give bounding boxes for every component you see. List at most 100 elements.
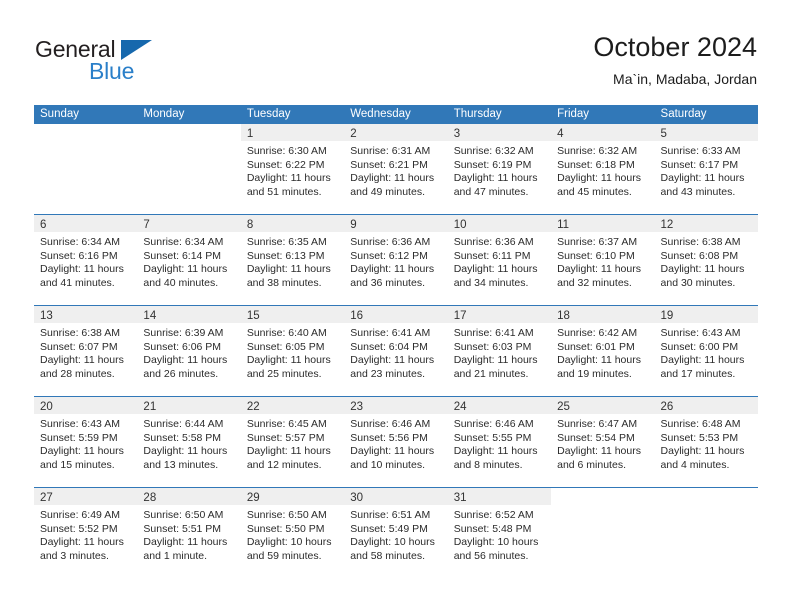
calendar-day-cell[interactable]: 11 Sunrise: 6:37 AM Sunset: 6:10 PM Dayligh… xyxy=(551,215,655,305)
day-number: 16 xyxy=(350,310,364,322)
calendar-day-cell[interactable]: 15 Sunrise: 6:40 AM Sunset: 6:05 PM Dayligh… xyxy=(240,306,345,396)
sunrise-text: Sunrise: 6:46 AM xyxy=(453,418,534,430)
calendar-day-cell[interactable]: 1 Sunrise: 6:30 AM Sunset: 6:22 PM Daylight… xyxy=(240,124,345,214)
day-details: Sunrise: 6:46 AM Sunset: 5:55 PM Daylight:… xyxy=(448,414,551,472)
calendar-day-cell-empty xyxy=(551,488,655,578)
calendar-day-cell[interactable]: 23 Sunrise: 6:46 AM Sunset: 5:56 PM Dayligh… xyxy=(344,397,448,487)
day-number-band: 10 xyxy=(447,215,552,232)
daylight-text: Daylight: 11 hours xyxy=(453,263,538,276)
sunrise-text: Sunrise: 6:46 AM xyxy=(350,418,431,430)
sunset-text: Sunset: 6:00 PM xyxy=(660,340,739,353)
day-number-band: 15 xyxy=(240,306,345,323)
daylight-text: and 1 minute. xyxy=(143,549,208,562)
sunset-text: Sunset: 6:17 PM xyxy=(660,158,739,171)
day-number-band: 20 xyxy=(34,397,138,414)
day-number: 23 xyxy=(350,401,364,413)
daylight-text: and 47 minutes. xyxy=(453,185,529,198)
calendar-day-cell[interactable]: 14 Sunrise: 6:39 AM Sunset: 6:06 PM Dayligh… xyxy=(137,306,241,396)
sunrise-text: Sunrise: 6:41 AM xyxy=(453,327,534,339)
calendar-day-cell[interactable]: 12 Sunrise: 6:38 AM Sunset: 6:08 PM Dayligh… xyxy=(654,215,758,305)
day-number: 20 xyxy=(40,401,53,413)
day-details: Sunrise: 6:41 AM Sunset: 6:04 PM Daylight:… xyxy=(344,323,447,381)
day-number-band: 12 xyxy=(654,215,758,232)
calendar-day-cell[interactable]: 6 Sunrise: 6:34 AM Sunset: 6:16 PM Daylight… xyxy=(34,215,138,305)
sunset-text: Sunset: 5:48 PM xyxy=(453,522,532,535)
calendar-day-cell[interactable]: 20 Sunrise: 6:43 AM Sunset: 5:59 PM Dayligh… xyxy=(34,397,138,487)
daylight-text: and 26 minutes. xyxy=(143,367,219,380)
calendar-day-cell[interactable]: 2 Sunrise: 6:31 AM Sunset: 6:21 PM Daylight… xyxy=(344,124,448,214)
calendar-day-cell[interactable]: 25 Sunrise: 6:47 AM Sunset: 5:54 PM Dayligh… xyxy=(551,397,655,487)
sunrise-text: Sunrise: 6:38 AM xyxy=(40,327,120,339)
day-details: Sunrise: 6:40 AM Sunset: 6:05 PM Daylight:… xyxy=(241,323,344,381)
day-number-band: 1 xyxy=(240,124,345,141)
day-details xyxy=(551,505,654,509)
day-number: 25 xyxy=(557,401,570,413)
calendar-day-cell[interactable]: 27 Sunrise: 6:49 AM Sunset: 5:52 PM Dayligh… xyxy=(34,488,138,578)
day-number: 29 xyxy=(246,492,260,504)
calendar-day-cell[interactable]: 26 Sunrise: 6:48 AM Sunset: 5:53 PM Dayligh… xyxy=(654,397,758,487)
sunset-text: Sunset: 5:55 PM xyxy=(453,431,532,444)
day-details: Sunrise: 6:51 AM Sunset: 5:49 PM Daylight:… xyxy=(344,505,447,563)
daylight-text: Daylight: 11 hours xyxy=(350,354,435,367)
calendar-day-cell[interactable]: 10 Sunrise: 6:36 AM Sunset: 6:11 PM Dayligh… xyxy=(447,215,552,305)
day-number: 6 xyxy=(40,219,47,231)
sunset-text: Sunset: 5:59 PM xyxy=(40,431,118,444)
sunset-text: Sunset: 5:54 PM xyxy=(557,431,635,444)
day-details: Sunrise: 6:45 AM Sunset: 5:57 PM Daylight:… xyxy=(241,414,344,472)
calendar-day-cell[interactable]: 24 Sunrise: 6:46 AM Sunset: 5:55 PM Dayligh… xyxy=(447,397,552,487)
day-number: 10 xyxy=(453,219,467,231)
sunrise-text: Sunrise: 6:50 AM xyxy=(246,509,327,521)
calendar-day-cell[interactable]: 17 Sunrise: 6:41 AM Sunset: 6:03 PM Dayligh… xyxy=(447,306,552,396)
day-number-band: 18 xyxy=(551,306,655,323)
day-number: 3 xyxy=(453,128,461,140)
sunrise-text: Sunrise: 6:35 AM xyxy=(246,236,327,248)
calendar-day-cell[interactable]: 16 Sunrise: 6:41 AM Sunset: 6:04 PM Dayligh… xyxy=(344,306,448,396)
calendar-day-cell[interactable]: 5 Sunrise: 6:33 AM Sunset: 6:17 PM Daylight… xyxy=(654,124,758,214)
daylight-text: and 25 minutes. xyxy=(246,367,322,380)
day-number-band: 25 xyxy=(551,397,655,414)
day-number-band: 5 xyxy=(654,124,758,141)
calendar-day-cell[interactable]: 29 Sunrise: 6:50 AM Sunset: 5:50 PM Dayligh… xyxy=(240,488,345,578)
sunset-text: Sunset: 6:03 PM xyxy=(453,340,532,353)
sunrise-text: Sunrise: 6:41 AM xyxy=(350,327,431,339)
sunrise-text: Sunrise: 6:47 AM xyxy=(557,418,638,430)
day-number-band: 28 xyxy=(137,488,241,505)
sunset-text: Sunset: 6:12 PM xyxy=(350,249,428,262)
daylight-text: and 49 minutes. xyxy=(350,185,425,198)
calendar-day-cell-empty xyxy=(137,124,241,214)
calendar-day-cell[interactable]: 19 Sunrise: 6:43 AM Sunset: 6:00 PM Dayligh… xyxy=(654,306,758,396)
calendar-day-cell[interactable]: 21 Sunrise: 6:44 AM Sunset: 5:58 PM Dayligh… xyxy=(137,397,241,487)
daylight-text: Daylight: 11 hours xyxy=(660,354,745,367)
sunset-text: Sunset: 6:14 PM xyxy=(143,249,222,262)
calendar-day-cell[interactable]: 8 Sunrise: 6:35 AM Sunset: 6:13 PM Daylight… xyxy=(240,215,345,305)
sunrise-text: Sunrise: 6:33 AM xyxy=(660,145,741,157)
daylight-text: and 40 minutes. xyxy=(143,276,219,289)
calendar-day-cell[interactable]: 4 Sunrise: 6:32 AM Sunset: 6:18 PM Daylight… xyxy=(551,124,655,214)
day-number-band: 19 xyxy=(654,306,758,323)
sunset-text: Sunset: 6:19 PM xyxy=(453,158,532,171)
sunset-text: Sunset: 6:08 PM xyxy=(660,249,739,262)
calendar-day-cell[interactable]: 7 Sunrise: 6:34 AM Sunset: 6:14 PM Daylight… xyxy=(137,215,241,305)
calendar-day-cell[interactable]: 13 Sunrise: 6:38 AM Sunset: 6:07 PM Dayligh… xyxy=(34,306,138,396)
weekday-header-wednesday: Wednesday xyxy=(350,108,411,120)
day-number: 18 xyxy=(557,310,570,322)
day-details: Sunrise: 6:36 AM Sunset: 6:12 PM Daylight:… xyxy=(344,232,447,290)
day-details: Sunrise: 6:35 AM Sunset: 6:13 PM Daylight:… xyxy=(241,232,344,290)
calendar-day-cell[interactable]: 18 Sunrise: 6:42 AM Sunset: 6:01 PM Dayligh… xyxy=(551,306,655,396)
calendar-day-cell[interactable]: 28 Sunrise: 6:50 AM Sunset: 5:51 PM Dayligh… xyxy=(137,488,241,578)
logo-text-blue: Blue xyxy=(89,58,135,84)
calendar-day-cell[interactable]: 22 Sunrise: 6:45 AM Sunset: 5:57 PM Dayligh… xyxy=(240,397,345,487)
daylight-text: Daylight: 11 hours xyxy=(453,172,538,185)
daylight-text: Daylight: 11 hours xyxy=(246,354,331,367)
day-details: Sunrise: 6:46 AM Sunset: 5:56 PM Daylight:… xyxy=(344,414,447,472)
calendar-day-cell[interactable]: 31 Sunrise: 6:52 AM Sunset: 5:48 PM Dayligh… xyxy=(447,488,552,578)
calendar-day-cell[interactable]: 3 Sunrise: 6:32 AM Sunset: 6:19 PM Daylight… xyxy=(447,124,552,214)
sunset-text: Sunset: 6:11 PM xyxy=(453,249,531,262)
day-number-band: 14 xyxy=(137,306,241,323)
sunrise-text: Sunrise: 6:38 AM xyxy=(660,236,741,248)
daylight-text: and 10 minutes. xyxy=(350,458,425,471)
day-number: 21 xyxy=(143,401,157,413)
calendar-day-cell[interactable]: 9 Sunrise: 6:36 AM Sunset: 6:12 PM Daylight… xyxy=(344,215,448,305)
daylight-text: Daylight: 11 hours xyxy=(557,172,641,185)
calendar-day-cell[interactable]: 30 Sunrise: 6:51 AM Sunset: 5:49 PM Dayligh… xyxy=(344,488,448,578)
